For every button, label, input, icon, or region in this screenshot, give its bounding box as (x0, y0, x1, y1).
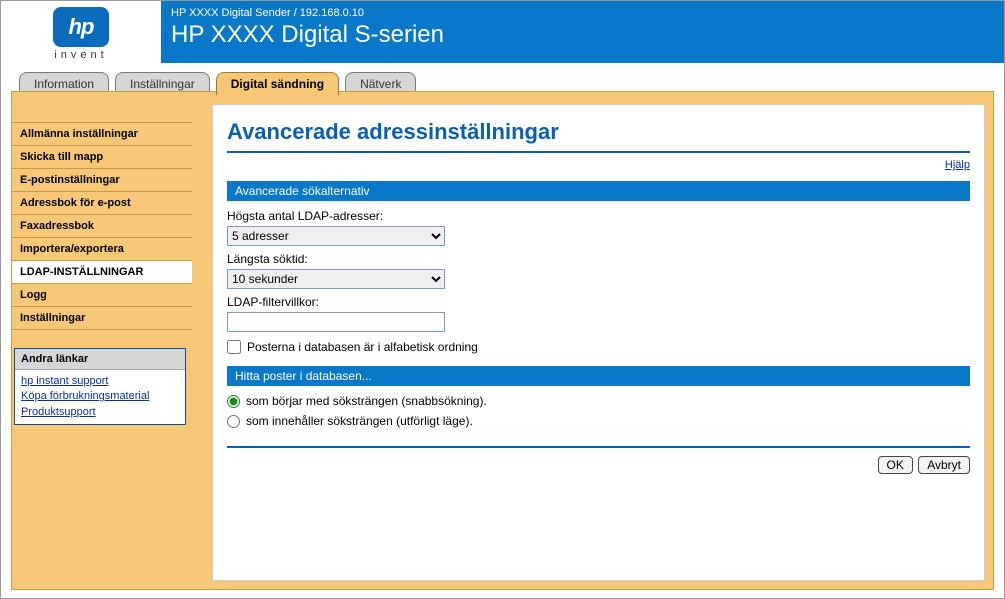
link-produktsupport[interactable]: Produktsupport (21, 405, 179, 420)
main-panel: Avancerade adressinställningar Hjälp Ava… (212, 104, 985, 581)
logo-brand: hp (69, 14, 94, 40)
tab-body: Allmänna inställningar Skicka till mapp … (11, 91, 994, 590)
header: hp invent HP XXXX Digital Sender / 192.1… (1, 1, 1004, 63)
sidebar-item-faxadressbok[interactable]: Faxadressbok (12, 215, 192, 238)
sidebar-item-importera[interactable]: Importera/exportera (12, 238, 192, 261)
label-starts-with: som börjar med söksträngen (snabbsökning… (246, 394, 487, 408)
label-max-ldap: Högsta antal LDAP-adresser: (227, 209, 970, 223)
ok-button[interactable]: OK (878, 456, 913, 474)
other-links-body: hp instant support Köpa förbrukningsmate… (15, 370, 185, 424)
form-find-entries: som börjar med söksträngen (snabbsökning… (227, 394, 970, 428)
other-links-title: Andra länkar (15, 349, 185, 370)
page-title: HP XXXX Digital S-serien (171, 21, 994, 49)
checkbox-alfabetisk[interactable] (227, 340, 241, 354)
help-row: Hjälp (227, 157, 970, 171)
sidebar-item-skicka-mapp[interactable]: Skicka till mapp (12, 146, 192, 169)
main-heading: Avancerade adressinställningar (227, 119, 970, 153)
other-links-box: Andra länkar hp instant support Köpa för… (14, 348, 186, 425)
logo-area: hp invent (1, 1, 161, 63)
title-bar: HP XXXX Digital Sender / 192.168.0.10 HP… (161, 1, 1004, 63)
logo-tagline: invent (1, 49, 161, 61)
tab-digital-sandning[interactable]: Digital sändning (216, 72, 339, 95)
section-find-entries: Hitta poster i databasen... (227, 366, 970, 386)
cancel-button[interactable]: Avbryt (918, 456, 970, 474)
link-hp-instant-support[interactable]: hp instant support (21, 374, 179, 389)
sidebar-item-adressbok-epost[interactable]: Adressbok för e-post (12, 192, 192, 215)
label-longest-search: Längsta söktid: (227, 252, 970, 266)
sidebar: Allmänna inställningar Skicka till mapp … (12, 122, 192, 425)
sidebar-item-allmanna[interactable]: Allmänna inställningar (12, 122, 192, 146)
sidebar-item-epost[interactable]: E-postinställningar (12, 169, 192, 192)
help-link[interactable]: Hjälp (945, 159, 970, 171)
hp-logo-icon: hp (53, 7, 109, 47)
app-window: hp invent HP XXXX Digital Sender / 192.1… (0, 0, 1005, 599)
buttons-row: OK Avbryt (227, 456, 970, 474)
label-contains: som innehåller söksträngen (utförligt lä… (246, 414, 473, 428)
link-kopa-forbrukning[interactable]: Köpa förbrukningsmaterial (21, 389, 179, 404)
sidebar-item-logg[interactable]: Logg (12, 284, 192, 307)
label-alfabetisk: Posterna i databasen är i alfabetisk ord… (247, 340, 478, 354)
section-advanced-search: Avancerade sökalternativ (227, 181, 970, 201)
label-ldap-filter: LDAP-filtervillkor: (227, 295, 970, 309)
divider (227, 446, 970, 448)
radio-starts-with[interactable] (227, 395, 240, 408)
breadcrumb: HP XXXX Digital Sender / 192.168.0.10 (171, 7, 994, 19)
sidebar-item-ldap[interactable]: LDAP-INSTÄLLNINGAR (12, 261, 192, 284)
select-max-ldap[interactable]: 5 adresser (227, 226, 445, 246)
select-longest-search[interactable]: 10 sekunder (227, 269, 445, 289)
sidebar-item-installningar[interactable]: Inställningar (12, 307, 192, 330)
radio-contains[interactable] (227, 415, 240, 428)
input-ldap-filter[interactable] (227, 312, 445, 332)
form-advanced-search: Högsta antal LDAP-adresser: 5 adresser L… (227, 209, 970, 354)
